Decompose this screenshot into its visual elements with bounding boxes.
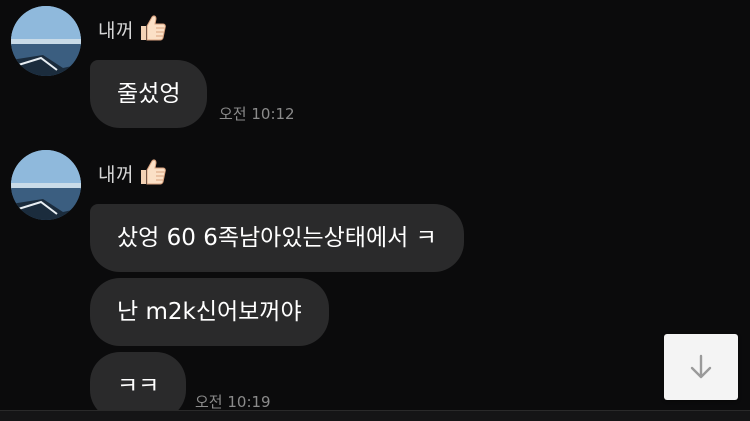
sender-name-text: 내꺼 xyxy=(98,20,134,42)
message-bubble[interactable]: 줄섰엉 xyxy=(90,60,208,128)
message-text: ㅋㅋ xyxy=(117,373,160,399)
input-bar-edge xyxy=(0,410,750,421)
sender-avatar[interactable] xyxy=(11,6,81,76)
message-timestamp: 오전 10:19 xyxy=(195,393,271,411)
chat-screen: 내꺼 줄섰엉 오전 10:12 내꺼 샀엉 60 6족남아있는상태에서 ㅋ 난 … xyxy=(0,0,750,421)
message-text: 샀엉 60 6족남아있는상태에서 ㅋ xyxy=(117,225,437,251)
thumbs-up-icon xyxy=(138,13,168,48)
message-text: 난 m2k신어보꺼야 xyxy=(117,299,302,325)
sender-name: 내꺼 xyxy=(98,13,168,48)
message-timestamp: 오전 10:12 xyxy=(219,105,295,123)
message-bubble[interactable]: 샀엉 60 6족남아있는상태에서 ㅋ xyxy=(90,204,464,272)
message-text: 줄섰엉 xyxy=(117,81,181,107)
avatar-photo-icon xyxy=(11,150,81,220)
thumbs-up-icon xyxy=(138,157,168,192)
avatar-photo-icon xyxy=(11,6,81,76)
message-bubble[interactable]: 난 m2k신어보꺼야 xyxy=(90,278,329,346)
scroll-to-bottom-button[interactable] xyxy=(664,334,738,400)
sender-name: 내꺼 xyxy=(98,157,168,192)
arrow-down-icon xyxy=(690,354,712,379)
sender-avatar[interactable] xyxy=(11,150,81,220)
sender-name-text: 내꺼 xyxy=(98,164,134,186)
